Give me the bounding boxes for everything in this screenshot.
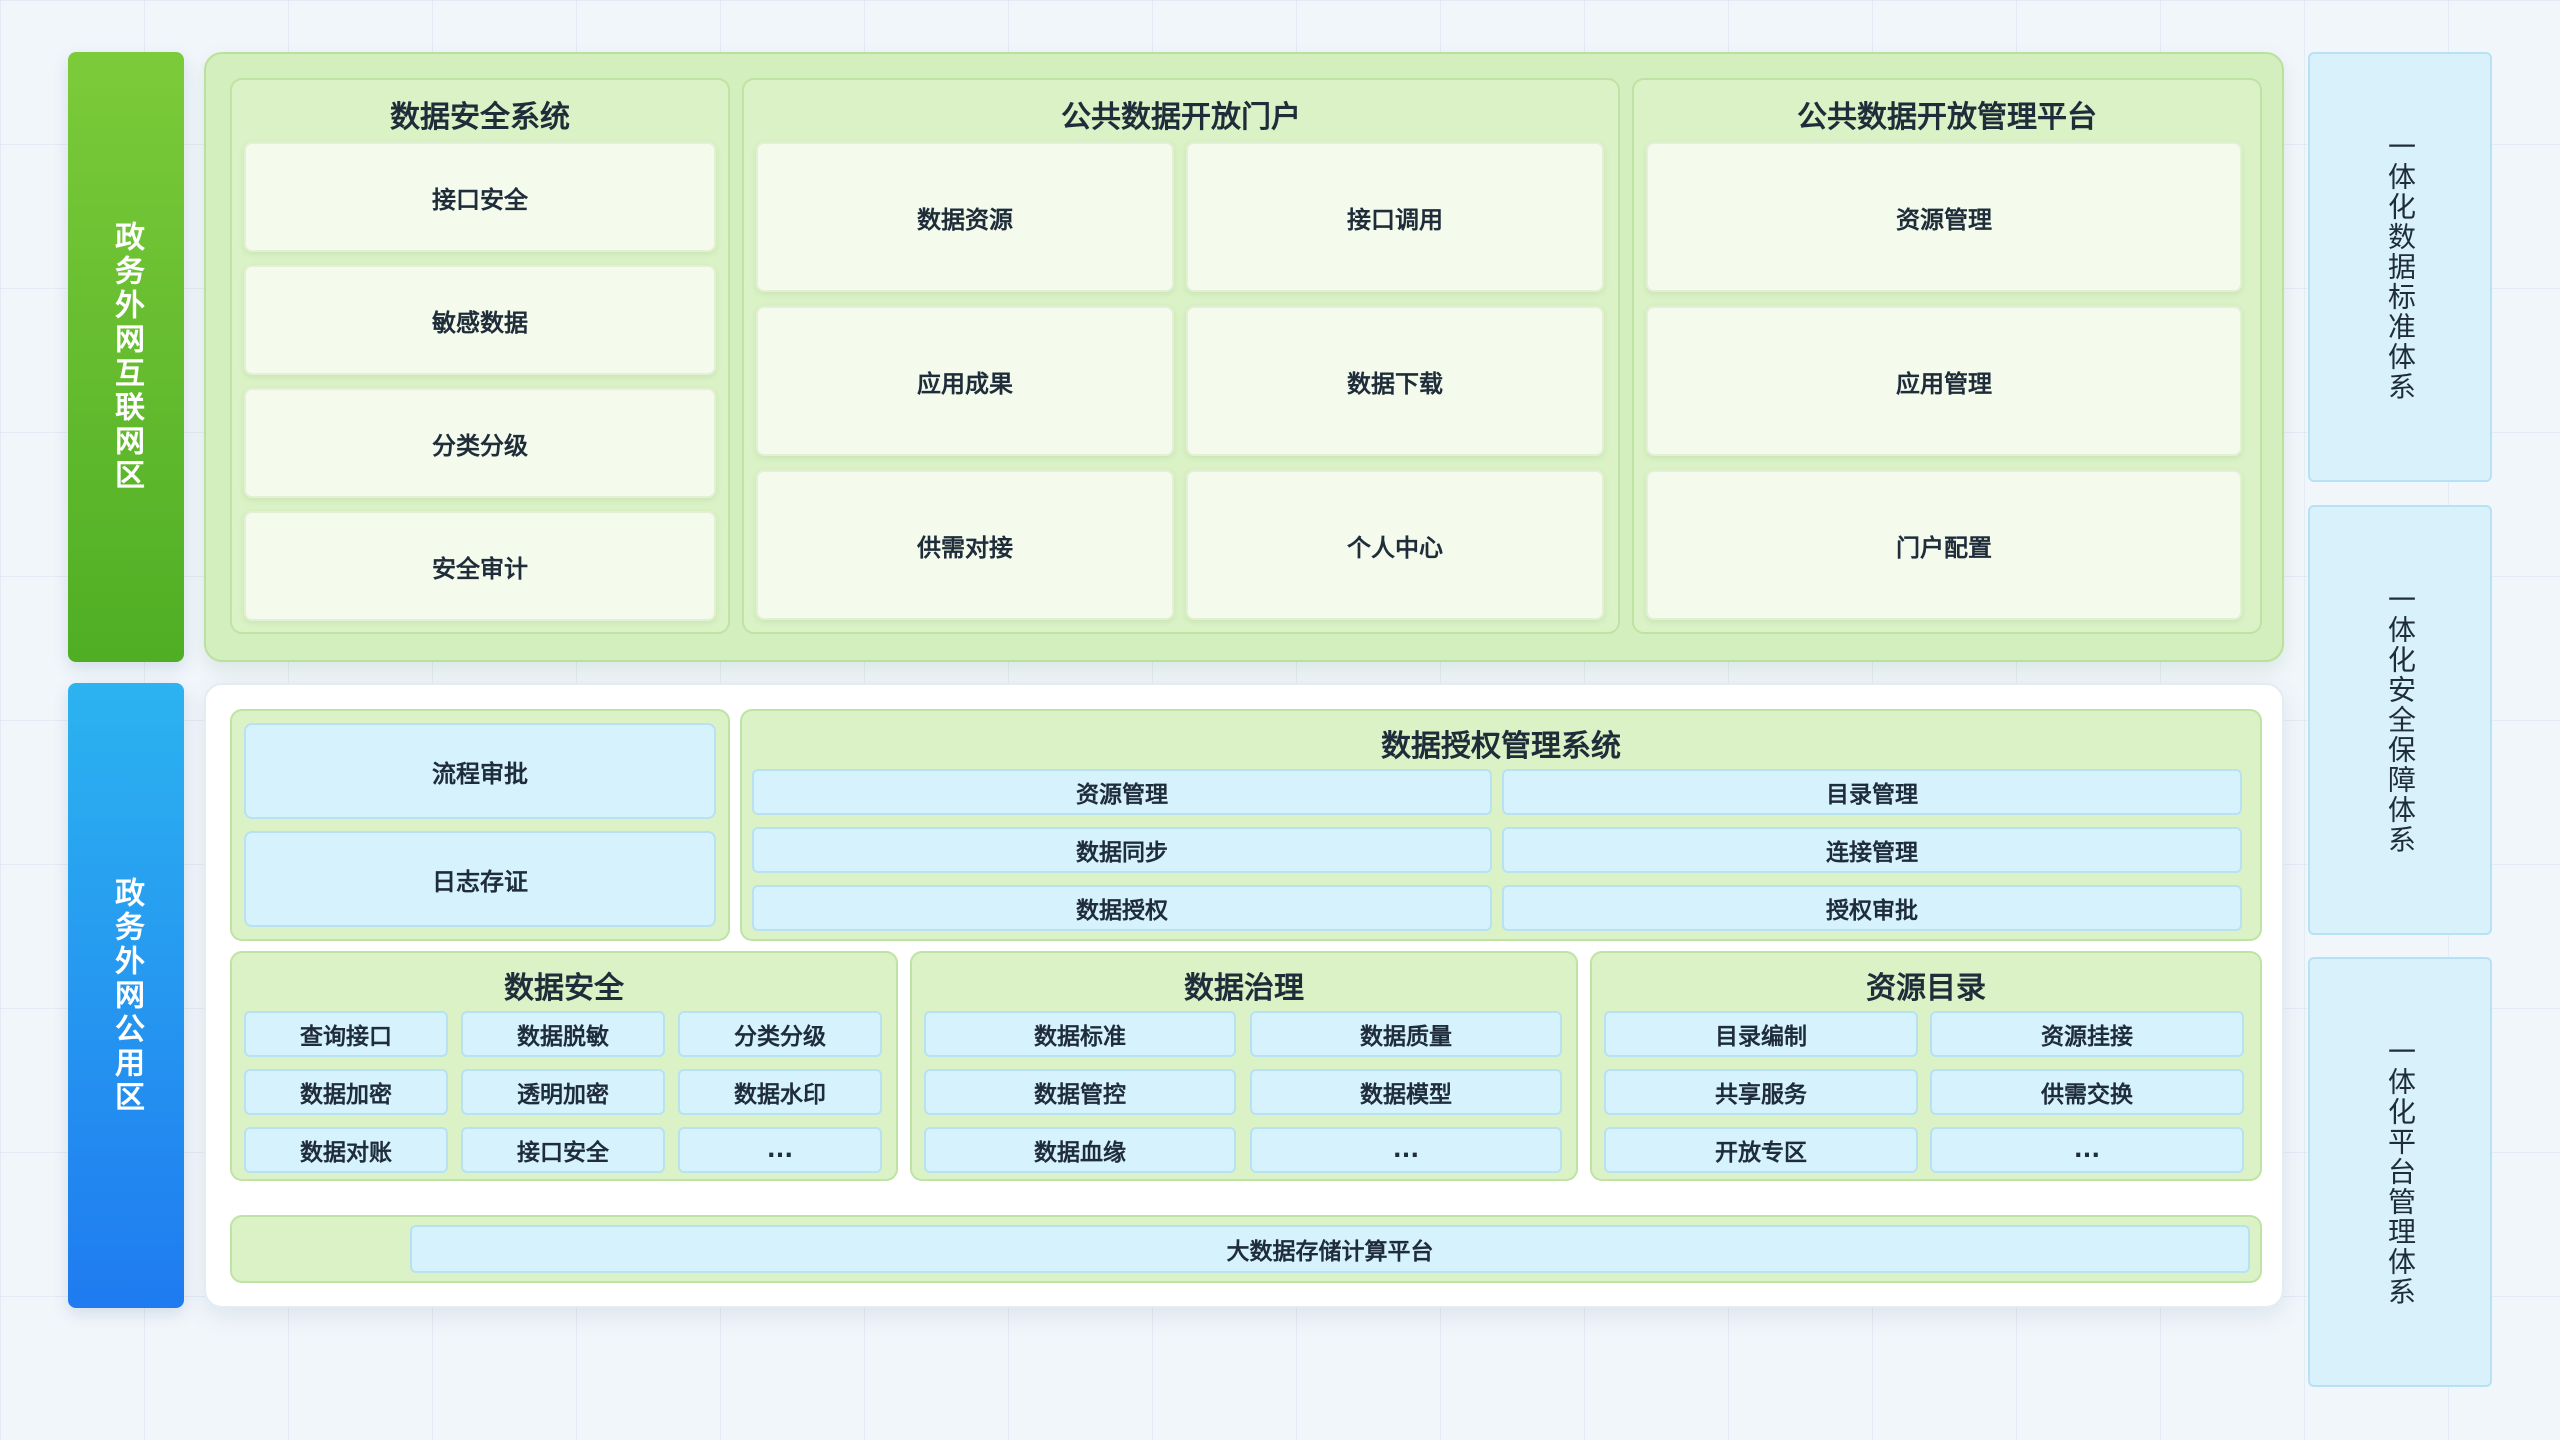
open-portal-group: 公共数据开放门户 数据资源 接口调用 应用成果 数据下载 供需对接 个人中心 — [742, 78, 1620, 634]
data-security-item[interactable]: 数据对账 — [244, 1127, 448, 1173]
system-label-security: 一体化安全保障体系 — [2308, 505, 2492, 935]
data-governance-item[interactable]: 数据质量 — [1250, 1011, 1562, 1057]
workflow-item[interactable]: 日志存证 — [244, 831, 716, 927]
workflow-item[interactable]: 流程审批 — [244, 723, 716, 819]
zone-label-public: 政务外网公用区 — [68, 683, 184, 1308]
data-security-title: 数据安全 — [504, 971, 624, 1006]
resource-catalog-item[interactable]: 共享服务 — [1604, 1069, 1918, 1115]
data-security-item[interactable]: 分类分级 — [678, 1011, 882, 1057]
open-portal-item[interactable]: 供需对接 — [756, 470, 1174, 620]
resource-catalog-more[interactable]: ... — [1930, 1127, 2244, 1173]
resource-catalog-item[interactable]: 资源挂接 — [1930, 1011, 2244, 1057]
resource-catalog-item[interactable]: 目录编制 — [1604, 1011, 1918, 1057]
data-security-item[interactable]: 透明加密 — [461, 1069, 665, 1115]
resource-catalog-group: 资源目录 目录编制 资源挂接 共享服务 供需交换 开放专区 ... — [1590, 951, 2262, 1181]
open-portal-item[interactable]: 数据资源 — [756, 142, 1174, 292]
resource-catalog-item[interactable]: 供需交换 — [1930, 1069, 2244, 1115]
security-system-item[interactable]: 安全审计 — [244, 511, 716, 621]
auth-system-item[interactable]: 数据同步 — [752, 827, 1492, 873]
security-system-item[interactable]: 分类分级 — [244, 388, 716, 498]
open-mgmt-platform-group: 公共数据开放管理平台 资源管理 应用管理 门户配置 — [1632, 78, 2262, 634]
big-data-platform[interactable]: 大数据存储计算平台 — [410, 1225, 2250, 1273]
security-system-item[interactable]: 接口安全 — [244, 142, 716, 252]
system-label-data-standard: 一体化数据标准体系 — [2308, 52, 2492, 482]
data-security-item[interactable]: 数据脱敏 — [461, 1011, 665, 1057]
auth-system-item[interactable]: 资源管理 — [752, 769, 1492, 815]
public-zone-panel: 流程审批 日志存证 数据授权管理系统 资源管理 目录管理 数据同步 连接管理 数… — [204, 683, 2284, 1308]
open-portal-item[interactable]: 应用成果 — [756, 306, 1174, 456]
data-governance-item[interactable]: 数据血缘 — [924, 1127, 1236, 1173]
open-portal-item[interactable]: 个人中心 — [1186, 470, 1604, 620]
open-portal-item[interactable]: 数据下载 — [1186, 306, 1604, 456]
system-label-platform-mgmt: 一体化平台管理体系 — [2308, 957, 2492, 1387]
auth-system-item[interactable]: 授权审批 — [1502, 885, 2242, 931]
security-system-group: 数据安全系统 接口安全 敏感数据 分类分级 安全审计 — [230, 78, 730, 634]
data-security-more[interactable]: ... — [678, 1127, 882, 1173]
big-data-platform-group: 大数据存储计算平台 — [230, 1215, 2262, 1283]
security-system-title: 数据安全系统 — [390, 100, 570, 135]
data-security-item[interactable]: 查询接口 — [244, 1011, 448, 1057]
open-portal-title: 公共数据开放门户 — [1061, 100, 1301, 135]
internet-zone-panel: 数据安全系统 接口安全 敏感数据 分类分级 安全审计 公共数据开放门户 数据资源… — [204, 52, 2284, 662]
open-mgmt-platform-item[interactable]: 资源管理 — [1646, 142, 2242, 292]
auth-system-group: 数据授权管理系统 资源管理 目录管理 数据同步 连接管理 数据授权 授权审批 — [740, 709, 2262, 941]
data-security-item[interactable]: 数据水印 — [678, 1069, 882, 1115]
data-governance-title: 数据治理 — [1184, 971, 1304, 1006]
resource-catalog-item[interactable]: 开放专区 — [1604, 1127, 1918, 1173]
open-portal-item[interactable]: 接口调用 — [1186, 142, 1604, 292]
data-governance-item[interactable]: 数据管控 — [924, 1069, 1236, 1115]
open-mgmt-platform-item[interactable]: 门户配置 — [1646, 470, 2242, 620]
open-mgmt-platform-title: 公共数据开放管理平台 — [1797, 100, 2097, 135]
workflow-group: 流程审批 日志存证 — [230, 709, 730, 941]
data-governance-item[interactable]: 数据标准 — [924, 1011, 1236, 1057]
data-security-item[interactable]: 数据加密 — [244, 1069, 448, 1115]
auth-system-item[interactable]: 目录管理 — [1502, 769, 2242, 815]
data-governance-item[interactable]: 数据模型 — [1250, 1069, 1562, 1115]
open-mgmt-platform-item[interactable]: 应用管理 — [1646, 306, 2242, 456]
resource-catalog-title: 资源目录 — [1866, 971, 1986, 1006]
auth-system-item[interactable]: 数据授权 — [752, 885, 1492, 931]
data-security-item[interactable]: 接口安全 — [461, 1127, 665, 1173]
data-governance-group: 数据治理 数据标准 数据质量 数据管控 数据模型 数据血缘 ... — [910, 951, 1578, 1181]
zone-label-internet: 政务外网互联网区 — [68, 52, 184, 662]
auth-system-item[interactable]: 连接管理 — [1502, 827, 2242, 873]
auth-system-title: 数据授权管理系统 — [1381, 729, 1621, 764]
security-system-item[interactable]: 敏感数据 — [244, 265, 716, 375]
data-governance-more[interactable]: ... — [1250, 1127, 1562, 1173]
data-security-group: 数据安全 查询接口 数据脱敏 分类分级 数据加密 透明加密 数据水印 数据对账 … — [230, 951, 898, 1181]
